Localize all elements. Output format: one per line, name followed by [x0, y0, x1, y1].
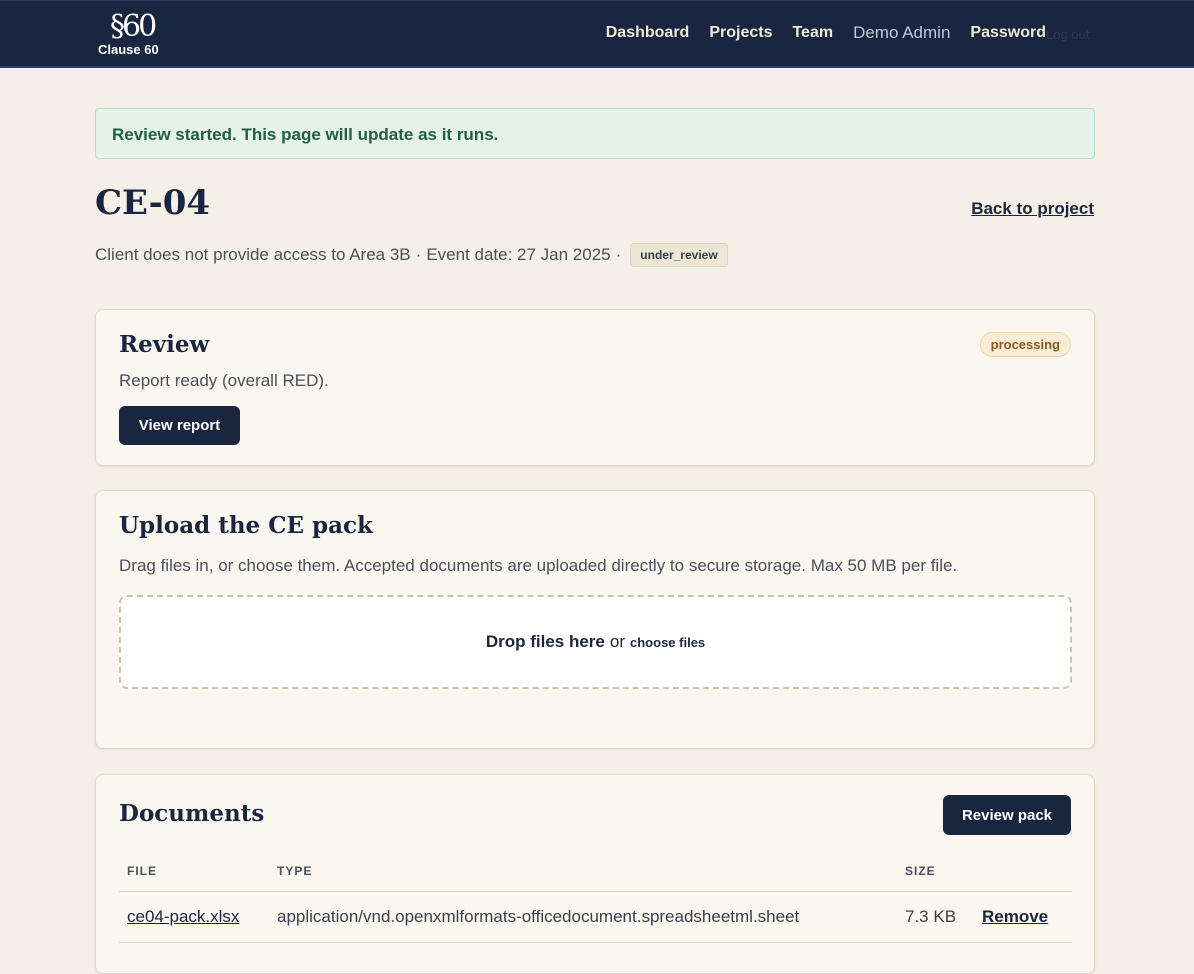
- nav-user-name: Demo Admin: [853, 23, 951, 42]
- document-type: application/vnd.openxmlformats-officedoc…: [269, 891, 897, 943]
- document-file-link[interactable]: ce04-pack.xlsx: [127, 907, 239, 926]
- review-status-badge: processing: [979, 332, 1071, 357]
- column-header-file: FILE: [119, 857, 269, 892]
- choose-files-button[interactable]: choose files: [630, 635, 705, 650]
- view-report-button[interactable]: View report: [119, 406, 240, 445]
- file-dropzone[interactable]: Drop files here or choose files: [119, 595, 1072, 689]
- top-navbar: §60 Clause 60 Dashboard Projects Team De…: [0, 0, 1194, 68]
- event-summary: Client does not provide access to Area 3…: [95, 243, 728, 267]
- documents-card: Documents Review pack FILE TYPE SIZE ce0…: [95, 774, 1095, 974]
- event-date: Event date: 27 Jan 2025: [426, 245, 611, 264]
- upload-description: Drag files in, or choose them. Accepted …: [119, 556, 958, 575]
- separator: ·: [615, 245, 622, 264]
- documents-heading: Documents: [119, 800, 265, 827]
- nav-projects[interactable]: Projects: [709, 24, 772, 42]
- brand-logo[interactable]: §60 Clause 60: [98, 9, 162, 59]
- table-header-row: FILE TYPE SIZE: [119, 857, 1072, 892]
- review-pack-button[interactable]: Review pack: [943, 795, 1071, 835]
- column-header-type: TYPE: [269, 857, 897, 892]
- logout-button[interactable]: Log out: [1046, 27, 1089, 42]
- logo-mark-icon: §60: [110, 9, 157, 44]
- document-size: 7.3 KB: [897, 891, 974, 943]
- flash-message: Review started. This page will update as…: [95, 108, 1095, 159]
- nav-password[interactable]: Password: [970, 24, 1046, 42]
- upload-card: Upload the CE pack Drag files in, or cho…: [95, 490, 1095, 749]
- event-description: Client does not provide access to Area 3…: [95, 245, 411, 264]
- remove-document-button[interactable]: Remove: [982, 907, 1048, 926]
- back-to-project-link[interactable]: Back to project: [971, 199, 1094, 219]
- review-card: Review processing Report ready (overall …: [95, 309, 1095, 466]
- column-header-size: SIZE: [897, 857, 974, 892]
- brand-name: Clause 60: [98, 42, 159, 57]
- status-badge: under_review: [630, 243, 728, 267]
- column-header-actions: [974, 857, 1072, 892]
- main-nav: Dashboard Projects Team Demo Admin Passw…: [606, 23, 1046, 43]
- table-row: ce04-pack.xlsx application/vnd.openxmlfo…: [119, 891, 1072, 943]
- review-heading: Review: [119, 331, 210, 358]
- documents-table: FILE TYPE SIZE ce04-pack.xlsx applicatio…: [119, 857, 1072, 943]
- review-message: Report ready (overall RED).: [119, 371, 329, 390]
- page-title: CE-04: [95, 183, 211, 223]
- drop-label: Drop files here: [485, 632, 605, 651]
- drop-or-label: or: [609, 632, 626, 651]
- separator: ·: [415, 245, 422, 264]
- nav-dashboard[interactable]: Dashboard: [606, 24, 690, 42]
- nav-team[interactable]: Team: [792, 24, 833, 42]
- upload-heading: Upload the CE pack: [119, 512, 373, 539]
